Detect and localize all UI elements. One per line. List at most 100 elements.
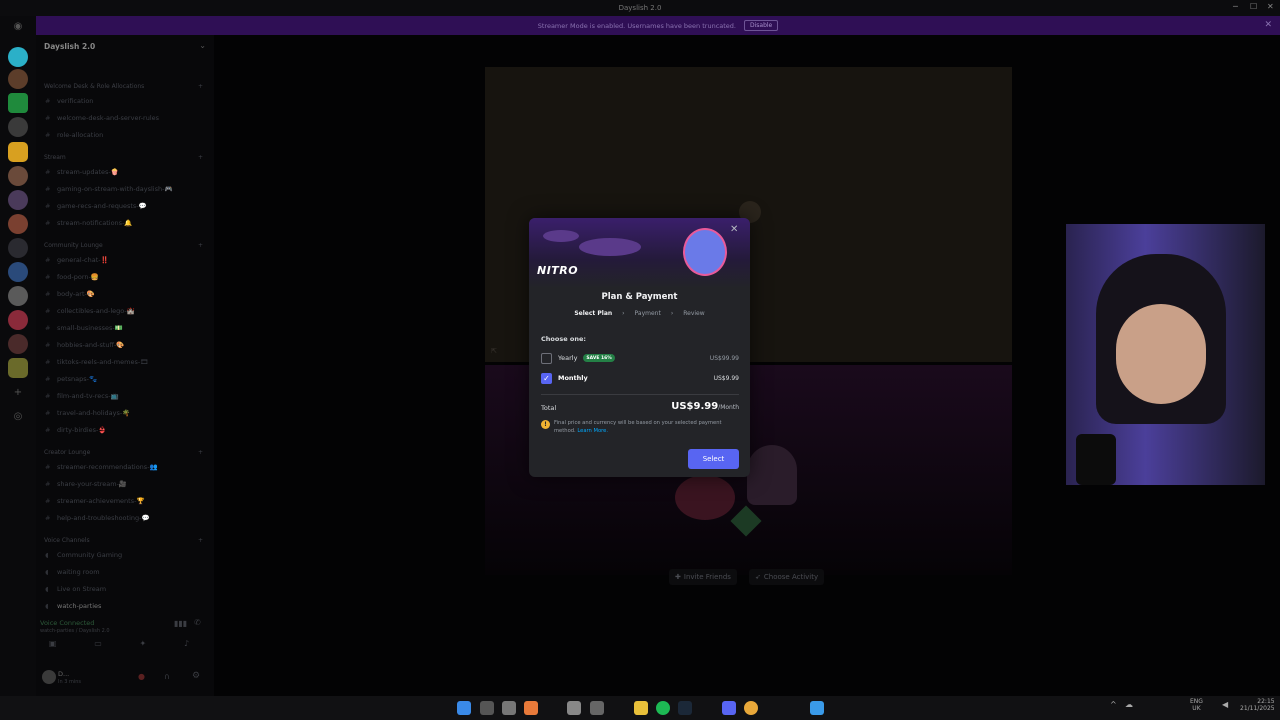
channel-item[interactable]: # body-art-🎨 (45, 290, 95, 298)
popout-icon[interactable]: ⇱ (491, 347, 497, 355)
microphone-icon (1076, 434, 1116, 485)
category-header[interactable]: Welcome Desk & Role Allocations + (44, 83, 203, 90)
task-view-icon[interactable] (480, 701, 494, 715)
choose-activity-button[interactable]: ➶ Choose Activity (749, 569, 825, 585)
channel-item[interactable]: # help-and-troubleshooting-💬 (45, 514, 150, 522)
chrome-icon[interactable] (744, 701, 758, 715)
gear-icon[interactable]: ⚙ (192, 671, 200, 681)
server-icon[interactable] (8, 166, 28, 186)
channel-item[interactable]: # game-recs-and-requests-💬 (45, 202, 147, 210)
category-header[interactable]: Creator Lounge + (44, 449, 203, 456)
select-button[interactable]: Select (688, 449, 739, 469)
server-icon[interactable] (8, 334, 28, 354)
channel-item[interactable]: # collectibles-and-lego-🏰 (45, 307, 135, 315)
voice-channel-item[interactable]: ◖ Live on Stream (45, 585, 106, 593)
channel-item[interactable]: # verification (45, 97, 93, 105)
channel-item[interactable]: # role-allocation (45, 131, 103, 139)
channel-item[interactable]: # small-businesses-💵 (45, 324, 123, 332)
channel-item[interactable]: # welcome-desk-and-server-rules (45, 114, 159, 122)
clock[interactable]: 22:15 21/11/2025 (1240, 698, 1275, 712)
server-icon[interactable] (8, 190, 28, 210)
language-indicator[interactable]: ENG UK (1190, 698, 1203, 712)
discover-icon[interactable]: ◎ (8, 411, 28, 422)
server-icon[interactable] (8, 142, 28, 162)
add-channel-icon[interactable]: + (198, 154, 203, 161)
plan-option-monthly[interactable]: ✓ Monthly US$9.99 (541, 371, 739, 385)
hash-icon: # (45, 185, 51, 193)
voice-channel-item[interactable]: ◖ waiting room (45, 568, 100, 576)
avatar[interactable] (42, 670, 56, 684)
spotify-icon[interactable] (656, 701, 670, 715)
channel-item[interactable]: # film-and-tv-recs-📺 (45, 392, 119, 400)
channel-item[interactable]: # streamer-achievements-🏆 (45, 497, 145, 505)
disable-streamer-mode-button[interactable]: Disable (743, 20, 779, 31)
info-icon: ! (541, 420, 550, 429)
discord-home-icon[interactable]: ◉ (8, 21, 28, 32)
plan-price: US$9.99 (713, 374, 739, 382)
checkbox-checked-icon[interactable]: ✓ (541, 372, 552, 384)
server-icon[interactable] (8, 69, 28, 89)
server-icon[interactable] (8, 310, 28, 330)
minimize-icon[interactable]: ─ (1233, 2, 1238, 11)
app-icon[interactable] (590, 701, 604, 715)
channel-item[interactable]: # streamer-recommendations-👥 (45, 463, 158, 471)
soundboard-icon[interactable]: ♪ (184, 639, 189, 648)
channel-item[interactable]: # travel-and-holidays-🌴 (45, 409, 130, 417)
channel-item[interactable]: # stream-updates-🍿 (45, 168, 119, 176)
maximize-icon[interactable]: ☐ (1250, 2, 1257, 11)
mute-mic-icon[interactable]: ● (138, 672, 145, 681)
channel-item[interactable]: # share-your-stream-🎥 (45, 480, 127, 488)
app-icon[interactable] (524, 701, 538, 715)
activity-icon[interactable]: ✦ (140, 639, 147, 648)
plan-option-yearly[interactable]: Yearly SAVE 16% US$99.99 (541, 351, 739, 365)
learn-more-link[interactable]: Learn More. (577, 428, 608, 434)
screen-share-icon[interactable]: ▭ (94, 639, 102, 648)
server-icon[interactable] (8, 214, 28, 234)
discord-icon[interactable] (722, 701, 736, 715)
channel-item[interactable]: # general-chat-‼️ (45, 256, 109, 264)
channel-item[interactable]: # food-porn-🍔 (45, 273, 99, 281)
invite-friends-button[interactable]: ✚ Invite Friends (669, 569, 737, 585)
headset-icon[interactable]: ∩ (164, 672, 170, 681)
chevron-down-icon[interactable]: ⌄ (199, 41, 206, 50)
banner-close-icon[interactable]: ✕ (1264, 20, 1272, 30)
server-name[interactable]: Dayslish 2.0 (44, 42, 95, 51)
cloud-icon[interactable]: ☁ (1125, 700, 1133, 709)
voice-channel-active[interactable]: ◖ watch-parties (45, 602, 101, 610)
chevron-up-icon[interactable]: ^ (1110, 700, 1117, 709)
add-server-icon[interactable]: + (8, 387, 28, 398)
category-header[interactable]: Community Lounge + (44, 242, 203, 249)
app-icon[interactable] (810, 701, 824, 715)
server-icon[interactable] (8, 286, 28, 306)
server-icon[interactable] (8, 117, 28, 137)
voice-channel-item[interactable]: ◖ Community Gaming (45, 551, 122, 559)
camera-icon[interactable]: ▣ (49, 639, 57, 648)
checkbox[interactable] (541, 352, 552, 364)
add-channel-icon[interactable]: + (198, 242, 203, 249)
channel-item[interactable]: # tiktoks-reels-and-memes-🎞 (45, 358, 148, 366)
category-header[interactable]: Voice Channels + (44, 537, 203, 544)
server-icon[interactable] (8, 238, 28, 258)
disconnect-icon[interactable]: ✆ (194, 618, 201, 627)
windows-start-icon[interactable] (457, 701, 471, 715)
channel-item[interactable]: # hobbies-and-stuff-🎨 (45, 341, 124, 349)
steam-icon[interactable] (678, 701, 692, 715)
volume-icon[interactable]: ◀ (1222, 700, 1228, 709)
app-icon[interactable] (567, 701, 581, 715)
add-channel-icon[interactable]: + (198, 449, 203, 456)
server-icon[interactable] (8, 262, 28, 282)
server-icon[interactable] (8, 93, 28, 113)
category-header[interactable]: Stream + (44, 154, 203, 161)
close-window-icon[interactable]: ✕ (1267, 2, 1274, 11)
channel-item[interactable]: # dirty-birdies-👙 (45, 426, 106, 434)
channel-item[interactable]: # petsnaps-🐾 (45, 375, 97, 383)
channel-item[interactable]: # gaming-on-stream-with-dayslish-🎮 (45, 185, 173, 193)
close-icon[interactable]: ✕ (730, 224, 738, 235)
channel-item[interactable]: # stream-notifications-🔔 (45, 219, 133, 227)
add-channel-icon[interactable]: + (198, 83, 203, 90)
settings-icon[interactable] (502, 701, 516, 715)
server-icon[interactable] (8, 358, 28, 378)
server-icon[interactable] (8, 47, 28, 67)
add-channel-icon[interactable]: + (198, 537, 203, 544)
file-explorer-icon[interactable] (634, 701, 648, 715)
